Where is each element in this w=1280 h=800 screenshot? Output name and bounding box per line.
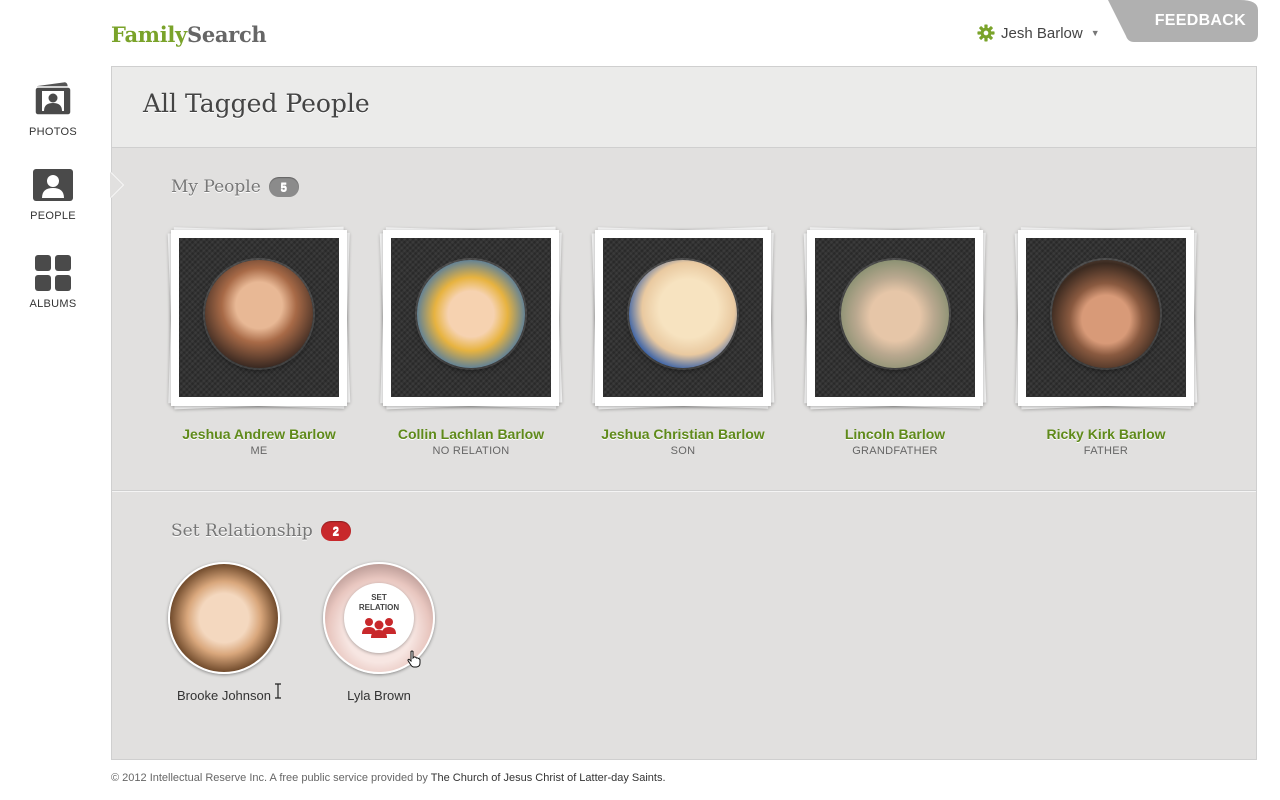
count-badge: 2 <box>320 521 351 541</box>
person-avatar <box>205 260 313 368</box>
set-relationship-title: Set Relationship <box>171 521 313 541</box>
person-name: Lincoln Barlow <box>844 426 946 442</box>
set-relation-label: SET <box>371 593 387 602</box>
person-card[interactable]: Lincoln Barlow GRANDFATHER <box>803 226 987 457</box>
person-avatar <box>841 260 949 368</box>
footer: © 2012 Intellectual Reserve Inc. A free … <box>111 772 666 784</box>
untagged-person[interactable]: Brooke Johnson <box>164 562 284 703</box>
person-name: Brooke Johnson <box>177 688 271 703</box>
text-cursor-icon <box>275 683 281 699</box>
person-name: Jeshua Andrew Barlow <box>182 426 336 442</box>
person-avatar <box>417 260 525 368</box>
photo-stack <box>591 226 775 410</box>
sidebar-item-people[interactable]: PEOPLE <box>0 168 106 222</box>
set-relation-label: RELATION <box>358 603 400 612</box>
gear-icon <box>977 24 995 42</box>
person-avatar <box>168 562 280 674</box>
feedback-button[interactable]: FEEDBACK <box>1108 0 1258 42</box>
sidebar-item-label: ALBUMS <box>29 298 77 310</box>
person-relation: GRANDFATHER <box>852 445 938 457</box>
photos-icon <box>34 82 72 116</box>
person-card[interactable]: Jeshua Christian Barlow SON <box>591 226 775 457</box>
people-group-icon <box>362 618 396 638</box>
person-name: Jeshua Christian Barlow <box>601 426 765 442</box>
person-avatar <box>1052 260 1160 368</box>
person-relation: ME <box>250 445 268 457</box>
feedback-label: FEEDBACK <box>1154 12 1246 29</box>
people-icon <box>33 169 73 201</box>
photo-stack <box>803 226 987 410</box>
person-name: Collin Lachlan Barlow <box>397 426 545 442</box>
person-card[interactable]: Jeshua Andrew Barlow ME <box>167 226 351 457</box>
my-people-title: My People <box>171 177 261 197</box>
user-name: Jesh Barlow <box>1001 24 1083 42</box>
sidebar-item-photos[interactable]: PHOTOS <box>0 78 106 138</box>
untagged-person[interactable]: SET RELATION Lyla Brown <box>319 562 439 703</box>
familysearch-logo[interactable]: FamilySearch <box>111 22 267 47</box>
sidebar-item-label: PHOTOS <box>28 126 78 138</box>
user-menu[interactable]: Jesh Barlow ▼ <box>977 24 1100 42</box>
photo-stack <box>167 226 351 410</box>
person-name: Lyla Brown <box>347 688 411 703</box>
photo-stack <box>379 226 563 410</box>
person-avatar <box>629 260 737 368</box>
albums-icon <box>35 255 71 291</box>
sidebar-item-albums[interactable]: ALBUMS <box>0 254 106 310</box>
active-nav-pointer-inner <box>110 172 123 198</box>
sidebar-item-label: PEOPLE <box>30 210 76 222</box>
person-card[interactable]: Ricky Kirk Barlow FATHER <box>1014 226 1198 457</box>
hand-cursor-icon <box>407 650 421 668</box>
my-people-heading: My People 5 <box>171 177 299 197</box>
photo-stack <box>1014 226 1198 410</box>
footer-church-link[interactable]: The Church of Jesus Christ of Latter-day… <box>431 772 666 784</box>
person-relation: NO RELATION <box>432 445 510 457</box>
logo-family-text: Family <box>111 22 187 47</box>
person-card[interactable]: Collin Lachlan Barlow NO RELATION <box>379 226 563 457</box>
panel-header: All Tagged People <box>112 67 1256 148</box>
section-divider <box>112 490 1256 492</box>
chevron-down-icon: ▼ <box>1090 28 1100 38</box>
logo-search-text: Search <box>186 22 267 47</box>
person-name: Ricky Kirk Barlow <box>1046 426 1166 442</box>
person-relation: SON <box>670 445 696 457</box>
footer-copyright: © 2012 Intellectual Reserve Inc. A free … <box>111 772 431 784</box>
person-relation: FATHER <box>1083 445 1129 457</box>
count-badge: 5 <box>268 177 299 197</box>
page-title: All Tagged People <box>143 89 370 118</box>
set-relation-button[interactable]: SET RELATION <box>344 583 414 653</box>
set-relationship-heading: Set Relationship 2 <box>171 521 351 541</box>
